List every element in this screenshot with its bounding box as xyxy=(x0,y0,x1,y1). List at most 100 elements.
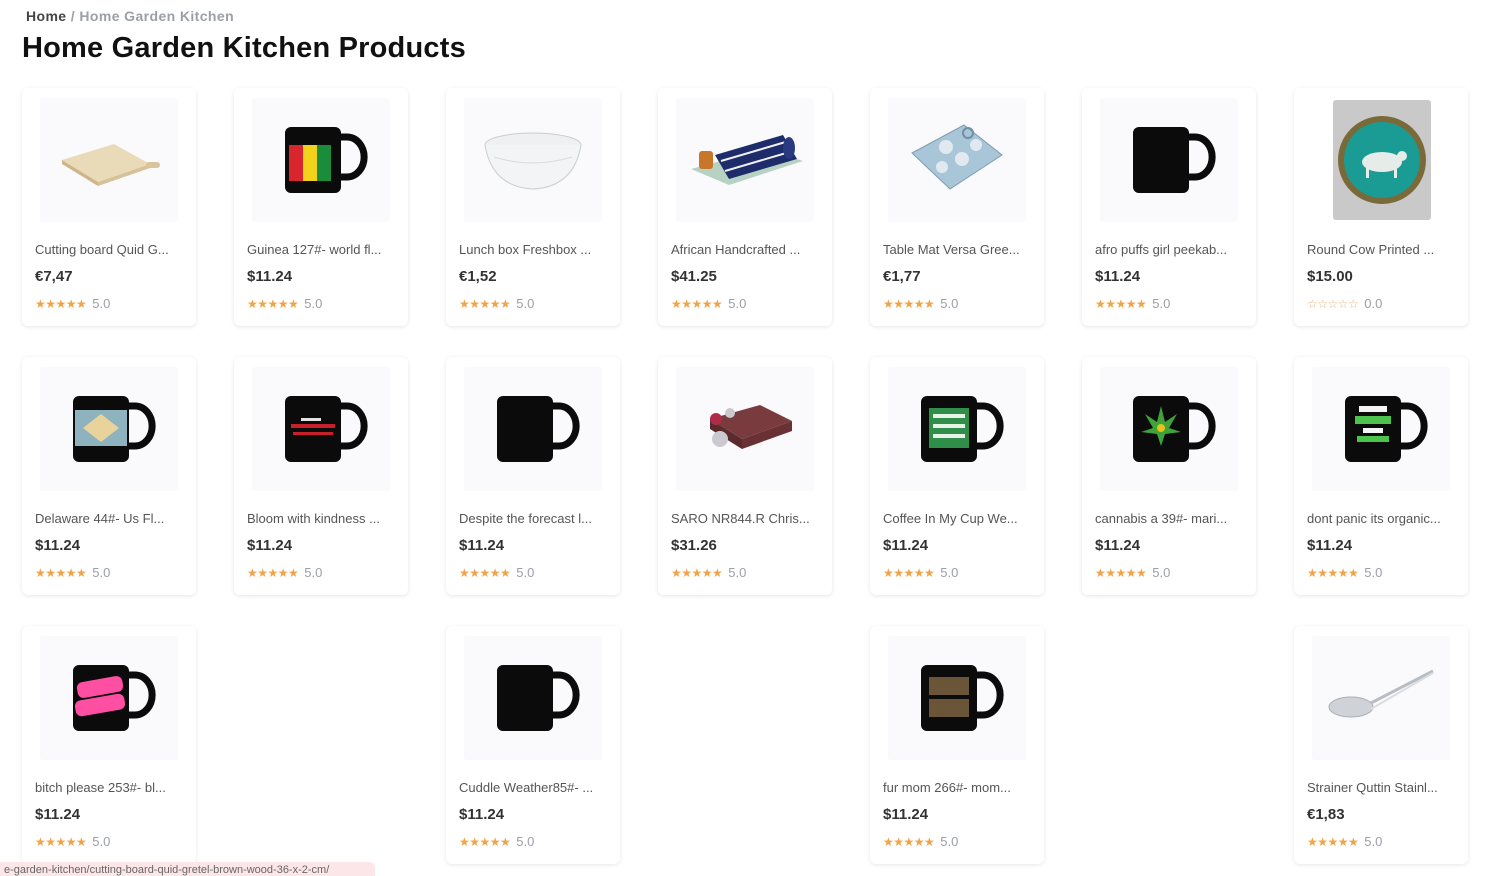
star-rating-icon: ★★★★★ xyxy=(1307,565,1359,580)
product-price: $11.24 xyxy=(459,806,505,823)
mug-icon xyxy=(73,665,156,731)
product-rating: ★★★★★ 5.0 xyxy=(883,834,958,849)
product-price: $11.24 xyxy=(459,537,505,554)
product-image[interactable] xyxy=(464,367,602,491)
product-card[interactable]: African Handcrafted ... $41.25 ★★★★★ 5.0 xyxy=(658,88,832,326)
product-name[interactable]: fur mom 266#- mom... xyxy=(883,780,1033,795)
product-card[interactable]: dont panic its organic... $11.24 ★★★★★ 5… xyxy=(1294,357,1468,595)
mug-icon xyxy=(1345,396,1428,462)
product-name[interactable]: SARO NR844.R Chris... xyxy=(671,511,821,526)
product-rating: ★★★★★ 5.0 xyxy=(883,565,958,580)
mug-icon xyxy=(285,127,368,193)
product-rating: ★★★★★ 5.0 xyxy=(247,296,322,311)
product-name[interactable]: Coffee In My Cup We... xyxy=(883,511,1033,526)
product-image[interactable] xyxy=(676,367,814,491)
star-rating-icon: ★★★★★ xyxy=(35,296,87,311)
product-image[interactable] xyxy=(40,367,178,491)
product-card[interactable]: Bloom with kindness ... $11.24 ★★★★★ 5.0 xyxy=(234,357,408,595)
product-name[interactable]: Cuddle Weather85#- ... xyxy=(459,780,609,795)
star-rating-icon: ★★★★★ xyxy=(247,565,299,580)
product-price: $11.24 xyxy=(883,537,929,554)
product-name[interactable]: afro puffs girl peekab... xyxy=(1095,242,1245,257)
product-card[interactable]: Round Cow Printed ... $15.00 ☆☆☆☆☆ 0.0 xyxy=(1294,88,1468,326)
mug-icon xyxy=(1133,127,1216,193)
product-image[interactable] xyxy=(252,98,390,222)
napkin-ring-icon xyxy=(710,405,792,449)
product-image[interactable] xyxy=(1333,100,1431,220)
product-rating: ★★★★★ 5.0 xyxy=(1095,296,1170,311)
product-card[interactable]: bitch please 253#- bl... $11.24 ★★★★★ 5.… xyxy=(22,626,196,864)
rating-value: 5.0 xyxy=(1152,296,1171,311)
product-image[interactable] xyxy=(1312,636,1450,760)
product-name[interactable]: cannabis a 39#- mari... xyxy=(1095,511,1245,526)
lunch-box-icon xyxy=(484,132,582,190)
product-card[interactable]: fur mom 266#- mom... $11.24 ★★★★★ 5.0 xyxy=(870,626,1044,864)
breadcrumb: Home / Home Garden Kitchen xyxy=(26,8,234,24)
rating-value: 5.0 xyxy=(728,296,747,311)
product-rating: ★★★★★ 5.0 xyxy=(35,834,110,849)
product-card[interactable]: Despite the forecast l... $11.24 ★★★★★ 5… xyxy=(446,357,620,595)
product-image[interactable] xyxy=(1312,367,1450,491)
product-image[interactable] xyxy=(252,367,390,491)
product-card[interactable]: Cuddle Weather85#- ... $11.24 ★★★★★ 5.0 xyxy=(446,626,620,864)
rating-value: 5.0 xyxy=(304,565,323,580)
product-image[interactable] xyxy=(888,98,1026,222)
product-rating: ★★★★★ 5.0 xyxy=(35,565,110,580)
product-image[interactable] xyxy=(40,98,178,222)
mug-icon xyxy=(497,396,580,462)
product-price: $11.24 xyxy=(247,268,293,285)
product-price: $11.24 xyxy=(1307,537,1353,554)
product-card[interactable]: Lunch box Freshbox ... €1,52 ★★★★★ 5.0 xyxy=(446,88,620,326)
star-rating-icon: ★★★★★ xyxy=(247,296,299,311)
rating-value: 5.0 xyxy=(940,834,959,849)
product-image[interactable] xyxy=(40,636,178,760)
table-runner-icon xyxy=(691,135,803,185)
product-rating: ★★★★★ 5.0 xyxy=(883,296,958,311)
product-name[interactable]: Despite the forecast l... xyxy=(459,511,609,526)
product-image[interactable] xyxy=(888,636,1026,760)
product-card[interactable]: Table Mat Versa Gree... €1,77 ★★★★★ 5.0 xyxy=(870,88,1044,326)
mug-icon xyxy=(921,396,1004,462)
star-rating-icon: ★★★★★ xyxy=(1095,565,1147,580)
product-card[interactable]: afro puffs girl peekab... $11.24 ★★★★★ 5… xyxy=(1082,88,1256,326)
product-price: $11.24 xyxy=(1095,268,1141,285)
product-name[interactable]: African Handcrafted ... xyxy=(671,242,821,257)
product-image[interactable] xyxy=(464,636,602,760)
product-image[interactable] xyxy=(1100,367,1238,491)
product-rating: ★★★★★ 5.0 xyxy=(1307,565,1382,580)
product-image[interactable] xyxy=(1100,98,1238,222)
rating-value: 5.0 xyxy=(304,296,323,311)
mug-icon xyxy=(73,396,156,462)
product-name[interactable]: dont panic its organic... xyxy=(1307,511,1457,526)
product-name[interactable]: Table Mat Versa Gree... xyxy=(883,242,1033,257)
mug-icon xyxy=(1133,396,1216,462)
product-name[interactable]: bitch please 253#- bl... xyxy=(35,780,185,795)
product-name[interactable]: Strainer Quttin Stainl... xyxy=(1307,780,1457,795)
product-card[interactable]: Coffee In My Cup We... $11.24 ★★★★★ 5.0 xyxy=(870,357,1044,595)
breadcrumb-separator: / xyxy=(70,8,76,24)
product-name[interactable]: Cutting board Quid G... xyxy=(35,242,185,257)
product-name[interactable]: Lunch box Freshbox ... xyxy=(459,242,609,257)
product-card[interactable]: Cutting board Quid G... €7,47 ★★★★★ 5.0 xyxy=(22,88,196,326)
product-name[interactable]: Delaware 44#- Us Fl... xyxy=(35,511,185,526)
product-image[interactable] xyxy=(676,98,814,222)
product-card[interactable]: cannabis a 39#- mari... $11.24 ★★★★★ 5.0 xyxy=(1082,357,1256,595)
product-price: $11.24 xyxy=(1095,537,1141,554)
product-card[interactable]: Guinea 127#- world fl... $11.24 ★★★★★ 5.… xyxy=(234,88,408,326)
rating-value: 5.0 xyxy=(516,834,535,849)
product-name[interactable]: Guinea 127#- world fl... xyxy=(247,242,397,257)
round-tray-icon xyxy=(1338,116,1426,204)
product-name[interactable]: Bloom with kindness ... xyxy=(247,511,397,526)
star-rating-icon: ★★★★★ xyxy=(883,296,935,311)
product-price: €7,47 xyxy=(35,268,73,285)
product-price: $15.00 xyxy=(1307,268,1353,285)
breadcrumb-home-link[interactable]: Home xyxy=(26,8,67,24)
product-image[interactable] xyxy=(464,98,602,222)
product-card[interactable]: Delaware 44#- Us Fl... $11.24 ★★★★★ 5.0 xyxy=(22,357,196,595)
product-rating: ★★★★★ 5.0 xyxy=(671,296,746,311)
product-card[interactable]: SARO NR844.R Chris... $31.26 ★★★★★ 5.0 xyxy=(658,357,832,595)
product-name[interactable]: Round Cow Printed ... xyxy=(1307,242,1457,257)
product-image[interactable] xyxy=(888,367,1026,491)
product-card[interactable]: Strainer Quttin Stainl... €1,83 ★★★★★ 5.… xyxy=(1294,626,1468,864)
star-rating-icon: ★★★★★ xyxy=(883,565,935,580)
